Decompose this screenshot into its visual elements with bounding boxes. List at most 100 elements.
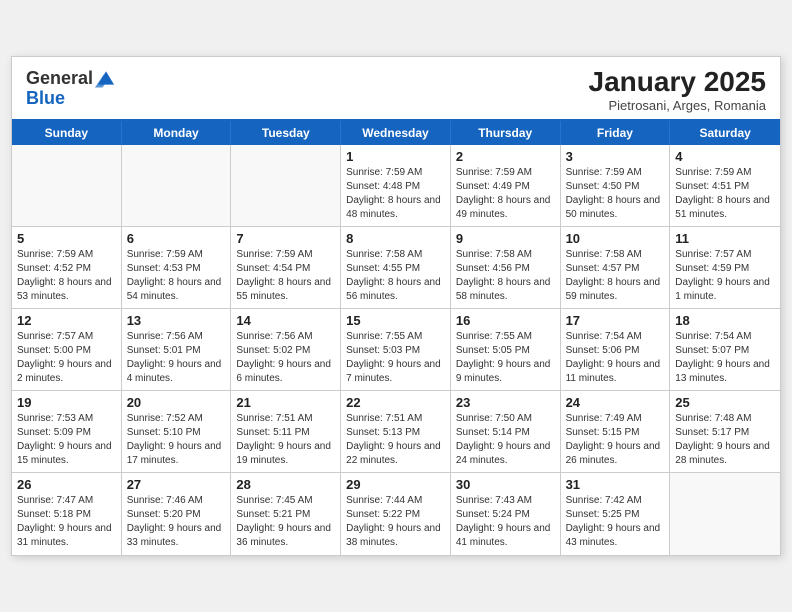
day-number: 15 <box>346 313 445 328</box>
logo-blue-text: Blue <box>26 89 117 107</box>
day-header-wednesday: Wednesday <box>341 121 451 145</box>
day-info: Sunrise: 7:57 AMSunset: 5:00 PMDaylight:… <box>17 330 116 386</box>
day-number: 1 <box>346 149 445 164</box>
day-cell: 19 Sunrise: 7:53 AMSunset: 5:09 PMDayligh… <box>12 391 122 472</box>
location-subtitle: Pietrosani, Arges, Romania <box>589 98 766 113</box>
day-cell: 22Sunrise: 7:51 AMSunset: 5:13 PMDayligh… <box>341 391 451 472</box>
logo-general-text: General <box>26 69 93 87</box>
day-info: Sunrise: 7:55 AMSunset: 5:05 PMDaylight:… <box>456 330 555 386</box>
day-cell: 7 Sunrise: 7:59 AMSunset: 4:54 PMDaylight… <box>231 227 341 308</box>
day-info: Sunrise: 7:56 AMSunset: 5:02 PMDaylight:… <box>236 330 335 386</box>
day-cell <box>122 145 232 226</box>
day-number: 3 <box>566 149 665 164</box>
day-number: 29 <box>346 477 445 492</box>
calendar-container: General Blue January 2025 Pietrosani, Ar… <box>11 56 781 556</box>
day-cell: 17 Sunrise: 7:54 AMSunset: 5:06 PMDayligh… <box>561 309 671 390</box>
day-header-monday: Monday <box>122 121 232 145</box>
day-info: Sunrise: 7:44 AMSunset: 5:22 PMDaylight:… <box>346 494 445 550</box>
week-row: 1 Sunrise: 7:59 AMSunset: 4:48 PMDaylight… <box>12 145 780 227</box>
day-number: 4 <box>675 149 775 164</box>
day-info: Sunrise: 7:59 AMSunset: 4:50 PMDaylight:… <box>566 166 665 222</box>
day-number: 2 <box>456 149 555 164</box>
week-row: 12 Sunrise: 7:57 AMSunset: 5:00 PMDayligh… <box>12 309 780 391</box>
day-number: 14 <box>236 313 335 328</box>
day-info: Sunrise: 7:45 AMSunset: 5:21 PMDaylight:… <box>236 494 335 550</box>
day-cell: 21 Sunrise: 7:51 AMSunset: 5:11 PMDayligh… <box>231 391 341 472</box>
day-number: 18 <box>675 313 775 328</box>
day-cell: 25 Sunrise: 7:48 AMSunset: 5:17 PMDayligh… <box>670 391 780 472</box>
day-info: Sunrise: 7:59 AMSunset: 4:52 PMDaylight:… <box>17 248 116 304</box>
day-info: Sunrise: 7:51 AMSunset: 5:13 PMDaylight:… <box>346 412 445 468</box>
day-number: 25 <box>675 395 775 410</box>
day-number: 17 <box>566 313 665 328</box>
day-number: 6 <box>127 231 226 246</box>
day-number: 30 <box>456 477 555 492</box>
day-header-saturday: Saturday <box>670 121 780 145</box>
day-cell <box>231 145 341 226</box>
logo: General Blue <box>26 67 117 107</box>
day-cell: 31 Sunrise: 7:42 AMSunset: 5:25 PMDayligh… <box>561 473 671 555</box>
day-number: 16 <box>456 313 555 328</box>
day-info: Sunrise: 7:52 AMSunset: 5:10 PMDaylight:… <box>127 412 226 468</box>
day-cell: 27 Sunrise: 7:46 AMSunset: 5:20 PMDayligh… <box>122 473 232 555</box>
day-number: 8 <box>346 231 445 246</box>
day-cell: 6 Sunrise: 7:59 AMSunset: 4:53 PMDaylight… <box>122 227 232 308</box>
day-cell: 26 Sunrise: 7:47 AMSunset: 5:18 PMDayligh… <box>12 473 122 555</box>
day-info: Sunrise: 7:53 AMSunset: 5:09 PMDaylight:… <box>17 412 116 468</box>
day-number: 7 <box>236 231 335 246</box>
day-cell: 15Sunrise: 7:55 AMSunset: 5:03 PMDayligh… <box>341 309 451 390</box>
day-info: Sunrise: 7:58 AMSunset: 4:56 PMDaylight:… <box>456 248 555 304</box>
day-number: 28 <box>236 477 335 492</box>
day-cell: 23 Sunrise: 7:50 AMSunset: 5:14 PMDayligh… <box>451 391 561 472</box>
day-number: 20 <box>127 395 226 410</box>
day-info: Sunrise: 7:54 AMSunset: 5:06 PMDaylight:… <box>566 330 665 386</box>
day-number: 19 <box>17 395 116 410</box>
day-cell: 11Sunrise: 7:57 AMSunset: 4:59 PMDayligh… <box>670 227 780 308</box>
day-cell: 20 Sunrise: 7:52 AMSunset: 5:10 PMDayligh… <box>122 391 232 472</box>
week-row: 5 Sunrise: 7:59 AMSunset: 4:52 PMDaylight… <box>12 227 780 309</box>
day-cell: 1 Sunrise: 7:59 AMSunset: 4:48 PMDaylight… <box>341 145 451 226</box>
day-info: Sunrise: 7:46 AMSunset: 5:20 PMDaylight:… <box>127 494 226 550</box>
day-number: 13 <box>127 313 226 328</box>
day-cell: 24Sunrise: 7:49 AMSunset: 5:15 PMDayligh… <box>561 391 671 472</box>
day-cell: 8 Sunrise: 7:58 AMSunset: 4:55 PMDaylight… <box>341 227 451 308</box>
day-header-sunday: Sunday <box>12 121 122 145</box>
weeks: 1 Sunrise: 7:59 AMSunset: 4:48 PMDaylight… <box>12 145 780 555</box>
day-info: Sunrise: 7:49 AMSunset: 5:15 PMDaylight:… <box>566 412 665 468</box>
day-info: Sunrise: 7:51 AMSunset: 5:11 PMDaylight:… <box>236 412 335 468</box>
day-number: 31 <box>566 477 665 492</box>
day-number: 10 <box>566 231 665 246</box>
day-cell: 5 Sunrise: 7:59 AMSunset: 4:52 PMDaylight… <box>12 227 122 308</box>
title-block: January 2025 Pietrosani, Arges, Romania <box>589 67 766 113</box>
day-cell: 30 Sunrise: 7:43 AMSunset: 5:24 PMDayligh… <box>451 473 561 555</box>
day-info: Sunrise: 7:50 AMSunset: 5:14 PMDaylight:… <box>456 412 555 468</box>
day-info: Sunrise: 7:59 AMSunset: 4:48 PMDaylight:… <box>346 166 445 222</box>
day-info: Sunrise: 7:43 AMSunset: 5:24 PMDaylight:… <box>456 494 555 550</box>
day-info: Sunrise: 7:59 AMSunset: 4:49 PMDaylight:… <box>456 166 555 222</box>
day-number: 26 <box>17 477 116 492</box>
day-info: Sunrise: 7:59 AMSunset: 4:54 PMDaylight:… <box>236 248 335 304</box>
day-number: 23 <box>456 395 555 410</box>
day-cell: 10Sunrise: 7:58 AMSunset: 4:57 PMDayligh… <box>561 227 671 308</box>
week-row: 26 Sunrise: 7:47 AMSunset: 5:18 PMDayligh… <box>12 473 780 555</box>
month-title: January 2025 <box>589 67 766 98</box>
day-header-tuesday: Tuesday <box>231 121 341 145</box>
day-cell: 29 Sunrise: 7:44 AMSunset: 5:22 PMDayligh… <box>341 473 451 555</box>
day-info: Sunrise: 7:58 AMSunset: 4:55 PMDaylight:… <box>346 248 445 304</box>
day-cell: 13Sunrise: 7:56 AMSunset: 5:01 PMDayligh… <box>122 309 232 390</box>
day-info: Sunrise: 7:48 AMSunset: 5:17 PMDaylight:… <box>675 412 775 468</box>
day-cell <box>12 145 122 226</box>
day-cell: 16 Sunrise: 7:55 AMSunset: 5:05 PMDayligh… <box>451 309 561 390</box>
day-cell: 28 Sunrise: 7:45 AMSunset: 5:21 PMDayligh… <box>231 473 341 555</box>
day-info: Sunrise: 7:42 AMSunset: 5:25 PMDaylight:… <box>566 494 665 550</box>
day-number: 5 <box>17 231 116 246</box>
day-cell: 2 Sunrise: 7:59 AMSunset: 4:49 PMDaylight… <box>451 145 561 226</box>
day-info: Sunrise: 7:57 AMSunset: 4:59 PMDaylight:… <box>675 248 775 304</box>
day-cell: 18Sunrise: 7:54 AMSunset: 5:07 PMDayligh… <box>670 309 780 390</box>
day-number: 27 <box>127 477 226 492</box>
day-number: 21 <box>236 395 335 410</box>
day-info: Sunrise: 7:47 AMSunset: 5:18 PMDaylight:… <box>17 494 116 550</box>
day-number: 12 <box>17 313 116 328</box>
day-info: Sunrise: 7:59 AMSunset: 4:53 PMDaylight:… <box>127 248 226 304</box>
calendar-header: General Blue January 2025 Pietrosani, Ar… <box>12 57 780 119</box>
